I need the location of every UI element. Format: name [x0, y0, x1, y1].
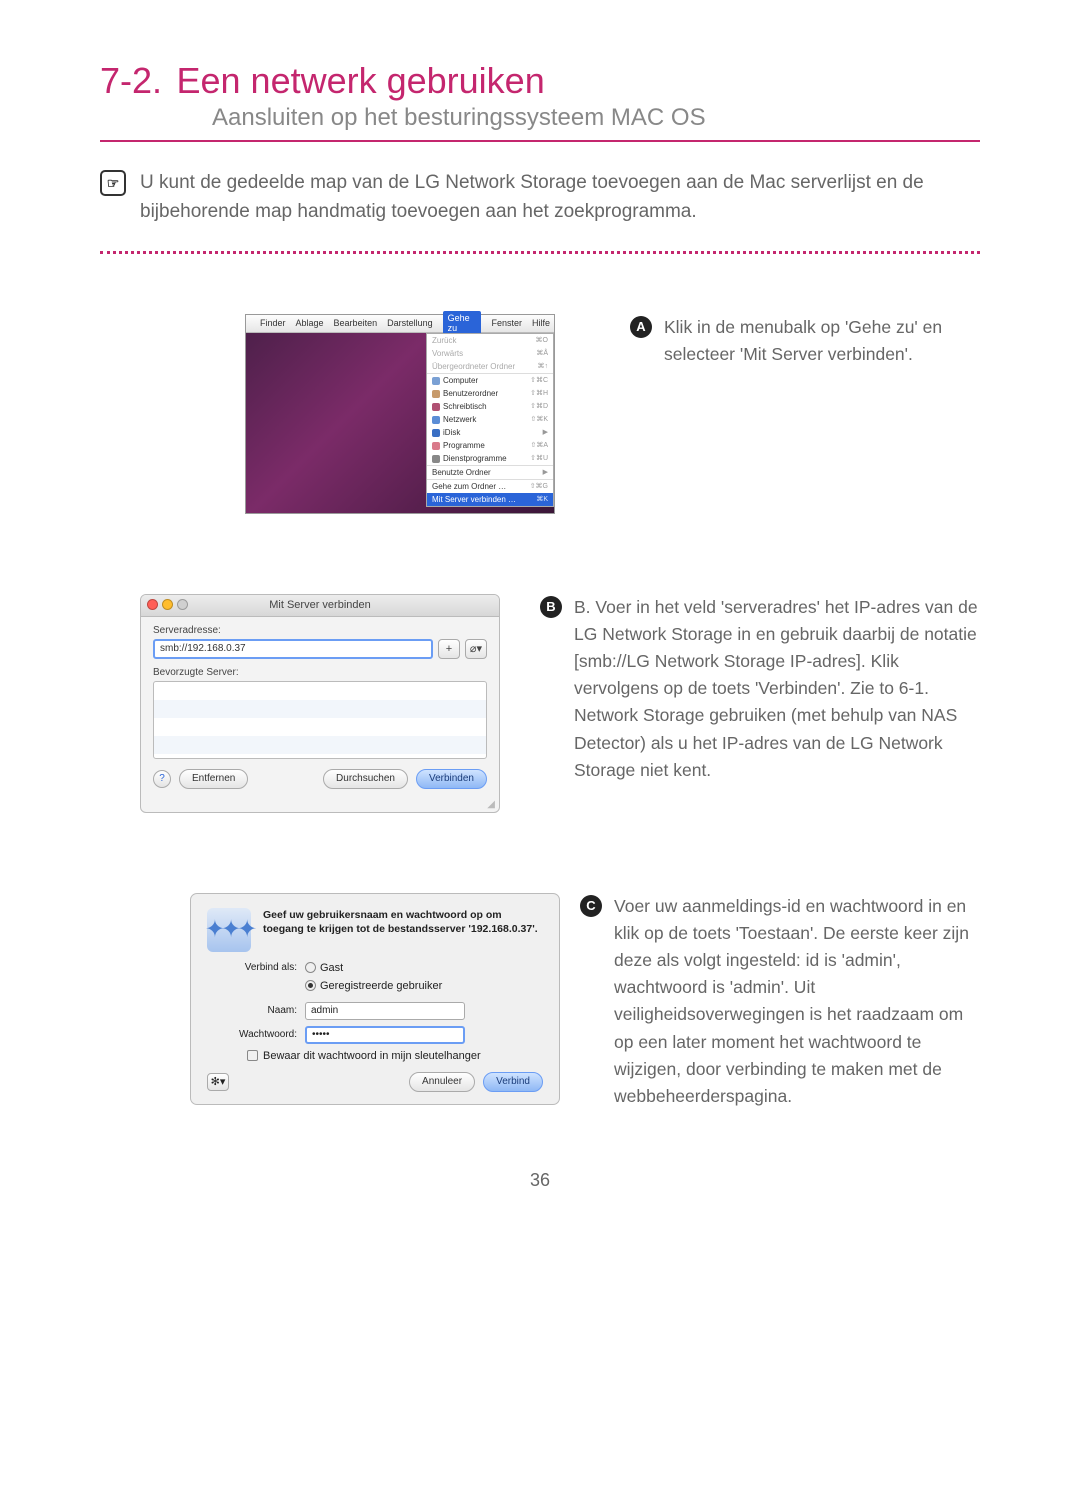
connect-as-label: Verbind als: — [207, 962, 297, 973]
menu-item[interactable]: Netzwerk⇧⌘K — [427, 413, 553, 426]
badge-a: A — [630, 316, 652, 338]
guest-radio[interactable]: Gast — [305, 962, 343, 974]
address-label: Serveradresse: — [153, 625, 487, 636]
close-icon[interactable] — [147, 599, 158, 610]
minimize-icon[interactable] — [162, 599, 173, 610]
mac-menubar: Finder Ablage Bearbeiten Darstellung Geh… — [246, 315, 554, 333]
menu-item[interactable]: Computer⇧⌘C — [427, 374, 553, 387]
cancel-button[interactable]: Annuleer — [409, 1072, 475, 1092]
dialog-b-title: Mit Server verbinden — [269, 599, 371, 611]
step-b-row: Mit Server verbinden Serveradresse: smb:… — [100, 594, 980, 813]
menu-gehezu[interactable]: Gehe zu — [443, 311, 482, 335]
intro-row: ☞ U kunt de gedeelde map van de LG Netwo… — [100, 168, 980, 227]
help-button[interactable]: ? — [153, 770, 171, 788]
dialog-b-titlebar: Mit Server verbinden — [141, 595, 499, 617]
heading-block: 7-2. Een netwerk gebruiken Aansluiten op… — [100, 60, 980, 132]
menu-item[interactable]: Dienstprogramme⇧⌘U — [427, 452, 553, 465]
connect-button[interactable]: Verbinden — [416, 769, 487, 789]
name-label: Naam: — [207, 1005, 297, 1016]
add-favorite-button[interactable]: + — [438, 639, 460, 659]
menu-finder[interactable]: Finder — [260, 318, 286, 328]
menu-item[interactable]: Benutzerordner⇧⌘H — [427, 387, 553, 400]
resize-grip-icon[interactable]: ◢ — [141, 799, 499, 812]
auth-message: Geef uw gebruikersnaam en wachtwoord op … — [263, 908, 543, 952]
menu-hilfe[interactable]: Hilfe — [532, 318, 550, 328]
menu-item[interactable]: Zurück⌘O — [427, 334, 553, 347]
menu-item[interactable]: Schreibtisch⇧⌘D — [427, 400, 553, 413]
dotted-divider — [100, 251, 980, 254]
menu-item[interactable]: iDisk▶ — [427, 426, 553, 439]
guest-label: Gast — [320, 962, 343, 974]
intro-text: U kunt de gedeelde map van de LG Network… — [140, 168, 980, 227]
note-icon: ☞ — [100, 170, 126, 196]
menu-bearbeiten[interactable]: Bearbeiten — [334, 318, 378, 328]
heading-rule — [100, 140, 980, 142]
history-button[interactable]: ⌀▾ — [465, 639, 487, 659]
menu-darstellung[interactable]: Darstellung — [387, 318, 433, 328]
registered-radio[interactable]: Geregistreerde gebruiker — [305, 980, 442, 992]
menu-item[interactable]: Mit Server verbinden …⌘K — [427, 493, 553, 506]
figure-a: Finder Ablage Bearbeiten Darstellung Geh… — [190, 314, 610, 514]
menu-item[interactable]: Vorwärts⌘Å — [427, 347, 553, 360]
section-number: 7-2. — [100, 60, 162, 101]
gehezu-dropdown: Zurück⌘OVorwärts⌘ÅÜbergeordneter Ordner⌘… — [426, 333, 554, 507]
page-number: 36 — [100, 1170, 980, 1191]
section-title: Een netwerk gebruiken — [177, 60, 545, 101]
step-c-text: Voer uw aanmeldings-id en wachtwoord in … — [614, 893, 980, 1110]
password-input[interactable]: ••••• — [305, 1026, 465, 1044]
registered-label: Geregistreerde gebruiker — [320, 980, 442, 992]
menu-item[interactable]: Gehe zum Ordner …⇧⌘G — [427, 480, 553, 493]
section-subtitle: Aansluiten op het besturingssysteem MAC … — [212, 104, 980, 132]
verbind-button[interactable]: Verbind — [483, 1072, 543, 1092]
menu-fenster[interactable]: Fenster — [491, 318, 522, 328]
browse-button[interactable]: Durchsuchen — [323, 769, 408, 789]
step-c-row: ✦✦✦ Geef uw gebruikersnaam en wachtwoord… — [100, 893, 980, 1110]
favorites-label: Bevorzugte Server: — [153, 667, 487, 678]
menu-item[interactable]: Übergeordneter Ordner⌘↑ — [427, 360, 553, 373]
step-a-row: Finder Ablage Bearbeiten Darstellung Geh… — [100, 314, 980, 514]
password-label: Wachtwoord: — [207, 1029, 297, 1040]
menu-item[interactable]: Benutzte Ordner▶ — [427, 466, 553, 479]
step-a-text: Klik in de menubalk op 'Gehe zu' en sele… — [664, 314, 980, 368]
figure-b: Mit Server verbinden Serveradresse: smb:… — [100, 594, 520, 813]
badge-b: B — [540, 596, 562, 618]
figure-c: ✦✦✦ Geef uw gebruikersnaam en wachtwoord… — [145, 893, 560, 1105]
name-input[interactable]: admin — [305, 1002, 465, 1020]
badge-c: C — [580, 895, 602, 917]
options-button[interactable]: ✻▾ — [207, 1073, 229, 1091]
server-address-input[interactable]: smb://192.168.0.37 — [153, 639, 433, 659]
zoom-icon — [177, 599, 188, 610]
favorites-list[interactable] — [153, 681, 487, 759]
remember-label: Bewaar dit wachtwoord in mijn sleutelhan… — [263, 1050, 481, 1062]
auth-icon: ✦✦✦ — [207, 908, 251, 952]
menu-item[interactable]: Programme⇧⌘A — [427, 439, 553, 452]
step-b-text: B. Voer in het veld 'serveradres' het IP… — [574, 594, 980, 784]
menu-ablage[interactable]: Ablage — [296, 318, 324, 328]
remove-button[interactable]: Entfernen — [179, 769, 248, 789]
remember-checkbox[interactable]: Bewaar dit wachtwoord in mijn sleutelhan… — [247, 1050, 481, 1062]
